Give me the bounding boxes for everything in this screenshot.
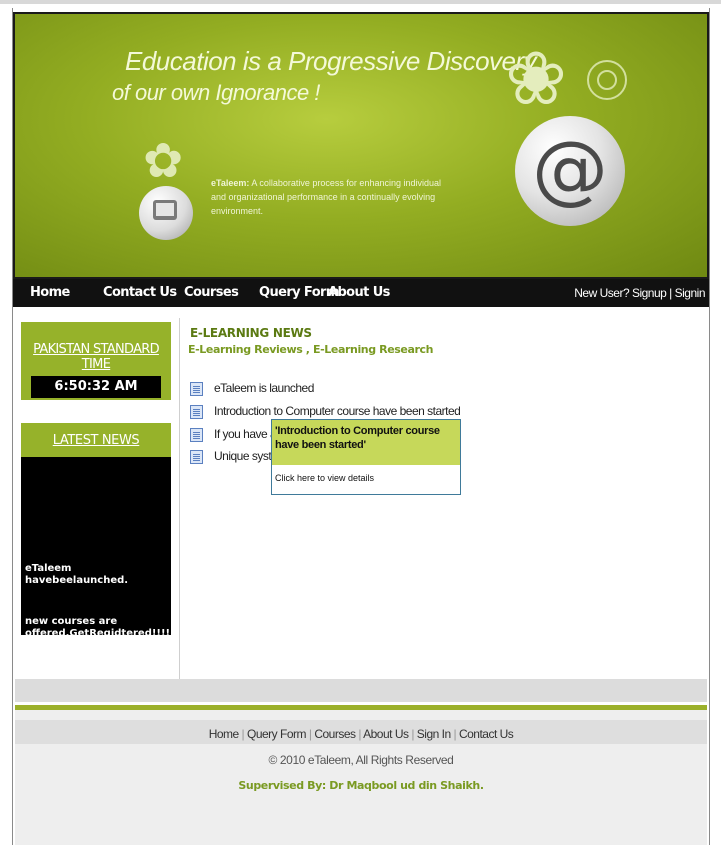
auth-separator: | [669,286,672,300]
email-at-icon: @ [515,116,625,226]
header-banner: Education is a Progressive Discovery of … [13,12,709,279]
footer-link-query-form[interactable]: Query Form [247,727,307,741]
main-nav: Home Contact Us Courses Query Form About… [13,279,709,307]
footer-link-sign-in[interactable]: Sign In [417,727,451,741]
news-tooltip: 'Introduction to Computer course have be… [271,419,461,495]
news-list-text[interactable]: eTaleem is launched [214,381,314,395]
section-title: E-LEARNING NEWS [190,326,312,340]
brand-name: eTaleem: [211,178,250,188]
headline-line1: Education is a Progressive Discovery [125,46,537,76]
section-subtitle[interactable]: E-Learning Reviews , E-Learning Research [188,343,433,356]
nav-contact-us[interactable]: Contact Us [103,285,177,300]
swirl-decoration-icon [597,70,617,90]
flower-decoration-icon: ❀ [505,37,568,120]
monitor-icon [139,186,193,240]
footer-links: Home | Query Form | Courses | About Us |… [208,727,514,741]
news-list-text[interactable]: Introduction to Computer course have bee… [214,404,461,418]
latest-news-ticker: eTaleem havebeelaunched. new courses are… [21,457,171,635]
tooltip-header: 'Introduction to Computer course have be… [272,420,460,465]
news-item[interactable]: new courses are offered.GetRegidtered!!!… [25,616,171,635]
auth-links: New User? Signup | Signin [574,286,705,300]
document-icon [190,405,203,419]
news-item[interactable]: eTaleem havebeelaunched. [25,563,165,587]
signin-link[interactable]: Signin [675,286,706,300]
browser-page: Education is a Progressive Discovery of … [0,0,721,845]
tooltip-title: 'Introduction to Computer course have be… [275,425,440,451]
clock-title: PAKISTAN STANDARD TIME [33,342,160,372]
copyright: © 2010 eTaleem, All Rights Reserved [268,753,454,767]
nav-courses[interactable]: Courses [184,285,239,300]
clock-widget: PAKISTAN STANDARD TIME 6:50:32 AM [21,322,171,400]
footer-link-courses[interactable]: Courses [314,727,356,741]
flower-decoration-icon: ✿ [143,135,184,188]
footer-link-home[interactable]: Home [209,727,240,741]
supervisor-credit: Supervised By: Dr Maqbool ud din Shaikh. [238,779,484,792]
at-symbol: @ [532,123,608,213]
nav-query-form[interactable]: Query Form [259,285,339,300]
signup-link[interactable]: New User? Signup [574,286,667,300]
footer-link-contact-us[interactable]: Contact Us [459,727,514,741]
site-container: Education is a Progressive Discovery of … [12,8,710,845]
document-icon [190,382,203,396]
document-icon [190,428,203,442]
document-icon [190,450,203,464]
nav-home[interactable]: Home [30,285,70,300]
footer-top-band [15,679,707,702]
column-divider [179,318,180,682]
nav-about-us[interactable]: About Us [328,285,390,300]
footer-link-about-us[interactable]: About Us [363,727,409,741]
tooltip-details-link[interactable]: Click here to view details [275,473,374,483]
top-border [0,0,721,4]
tagline: eTaleem: A collaborative process for enh… [211,176,441,218]
clock-time: 6:50:32 AM [31,376,161,398]
headline-line2: of our own Ignorance ! [112,80,320,105]
latest-news-title: LATEST NEWS [52,433,140,448]
latest-news-header: LATEST NEWS [21,423,171,457]
